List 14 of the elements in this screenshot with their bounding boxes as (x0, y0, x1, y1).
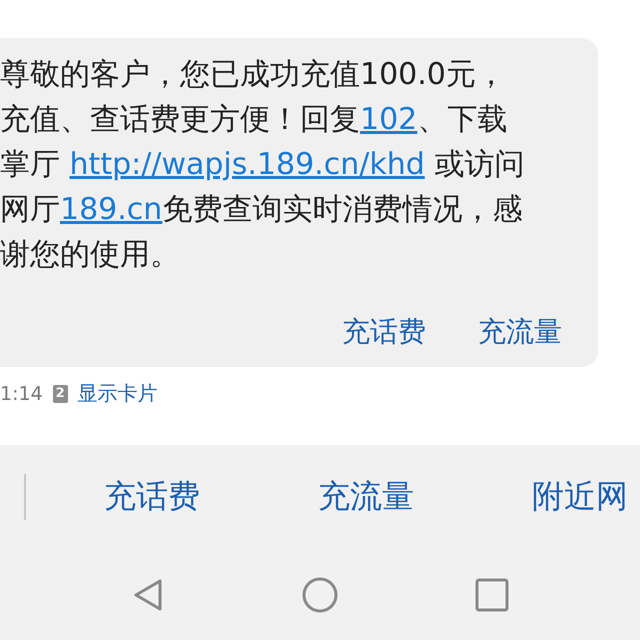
link[interactable]: 189.cn (60, 192, 162, 227)
link[interactable]: http://wapjs.189.cn/khd (70, 147, 425, 182)
quick-action-button[interactable]: 附近网 (532, 475, 628, 519)
message-text: 尊敬的客户，您已成功充值100.0元， 充值、查话费更方便！回复102、下载 掌厅 http://wapjs.189.cn/khd 或访问 网厅189.cn免费查询实时消费情况，感 谢您的使用。 (0, 56, 526, 274)
link[interactable]: 102 (360, 102, 418, 137)
timestamp: 1:14 (0, 382, 43, 404)
recent-apps-icon[interactable] (474, 576, 510, 612)
home-icon[interactable] (302, 576, 338, 612)
action-button[interactable]: 充流量 (478, 313, 562, 351)
show-card-link[interactable]: 显示卡片 (78, 380, 158, 407)
quick-action-button[interactable]: 充话费 (104, 475, 200, 519)
action-button[interactable]: 充话费 (342, 313, 426, 351)
sim-icon: 2 (52, 384, 68, 402)
quick-action-button[interactable]: 充流量 (318, 475, 414, 519)
